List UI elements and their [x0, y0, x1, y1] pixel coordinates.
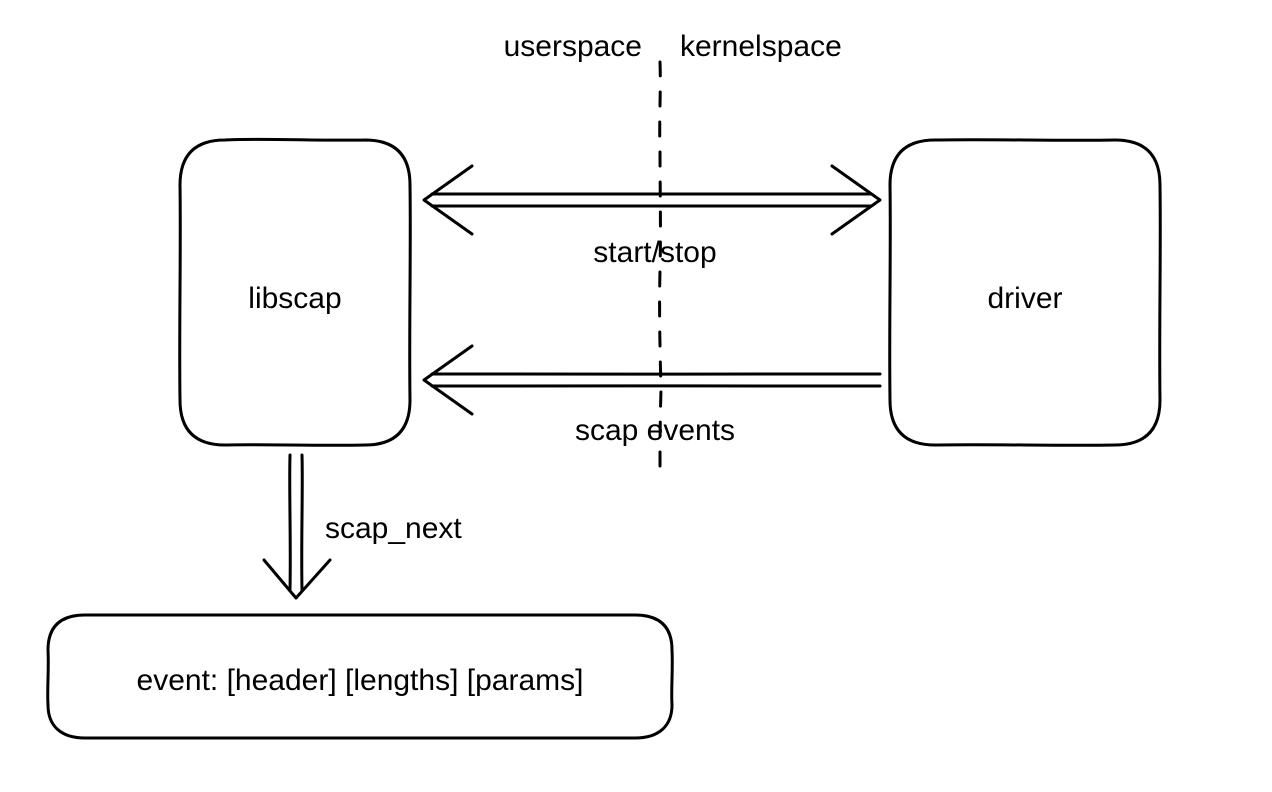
architecture-diagram: userspace kernelspace libscap driver sta… [0, 0, 1272, 792]
libscap-box: libscap [180, 139, 411, 445]
scap-next-label: scap_next [325, 512, 462, 545]
scap-events-label: scap events [575, 414, 735, 447]
scap-events-arrow [424, 346, 880, 414]
event-box-label: event: [header] [lengths] [params] [137, 664, 584, 697]
driver-label: driver [987, 282, 1062, 315]
start-stop-arrow [424, 166, 880, 234]
scap-next-arrow [264, 455, 330, 598]
driver-box: driver [890, 140, 1161, 446]
event-box: event: [header] [lengths] [params] [48, 615, 673, 739]
kernelspace-label: kernelspace [680, 30, 842, 63]
userspace-label: userspace [504, 30, 642, 63]
start-stop-label: start/stop [593, 236, 716, 269]
libscap-label: libscap [248, 282, 341, 315]
